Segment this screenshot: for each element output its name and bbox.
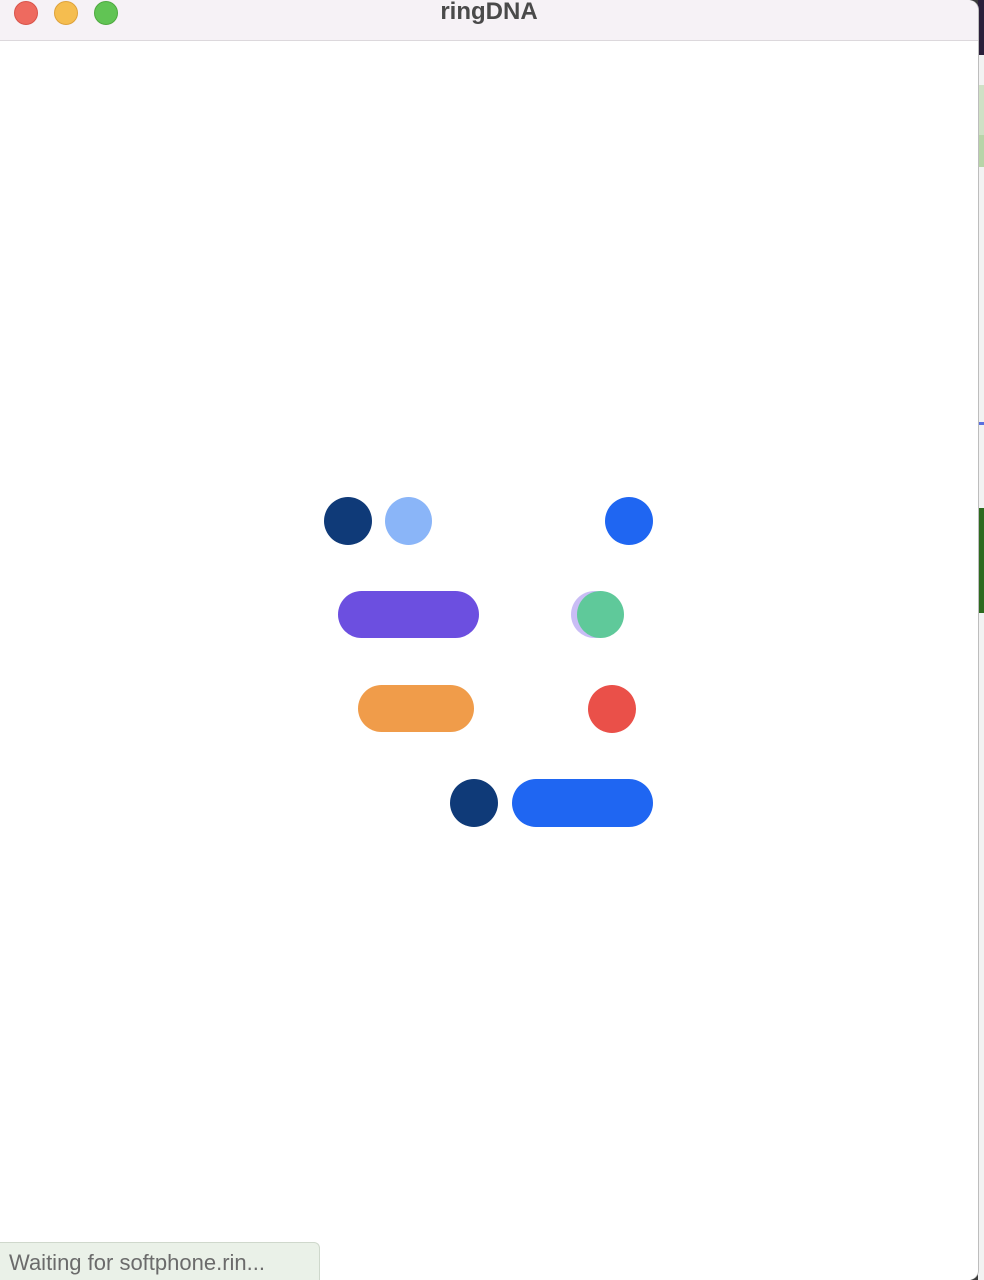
webview-content: [0, 41, 978, 1280]
loader-dot-light-blue: [385, 497, 432, 545]
loader-dot-blue: [605, 497, 653, 545]
title-bar[interactable]: ringDNA: [0, 0, 978, 41]
app-window: ringDNA Waiting for softphone.rin...: [0, 0, 978, 1280]
window-title: ringDNA: [440, 0, 538, 25]
loader-dot-green: [577, 591, 624, 638]
loader-dot-navy: [324, 497, 372, 545]
loading-animation: [0, 41, 978, 1280]
background-window-edge: [978, 0, 984, 1280]
loader-dot-red: [588, 685, 636, 733]
loader-pill-orange: [358, 685, 474, 732]
loader-pill-blue: [512, 779, 653, 827]
status-bar: Waiting for softphone.rin...: [0, 1242, 320, 1280]
loader-dot-navy-2: [450, 779, 498, 827]
loader-pill-purple: [338, 591, 479, 638]
